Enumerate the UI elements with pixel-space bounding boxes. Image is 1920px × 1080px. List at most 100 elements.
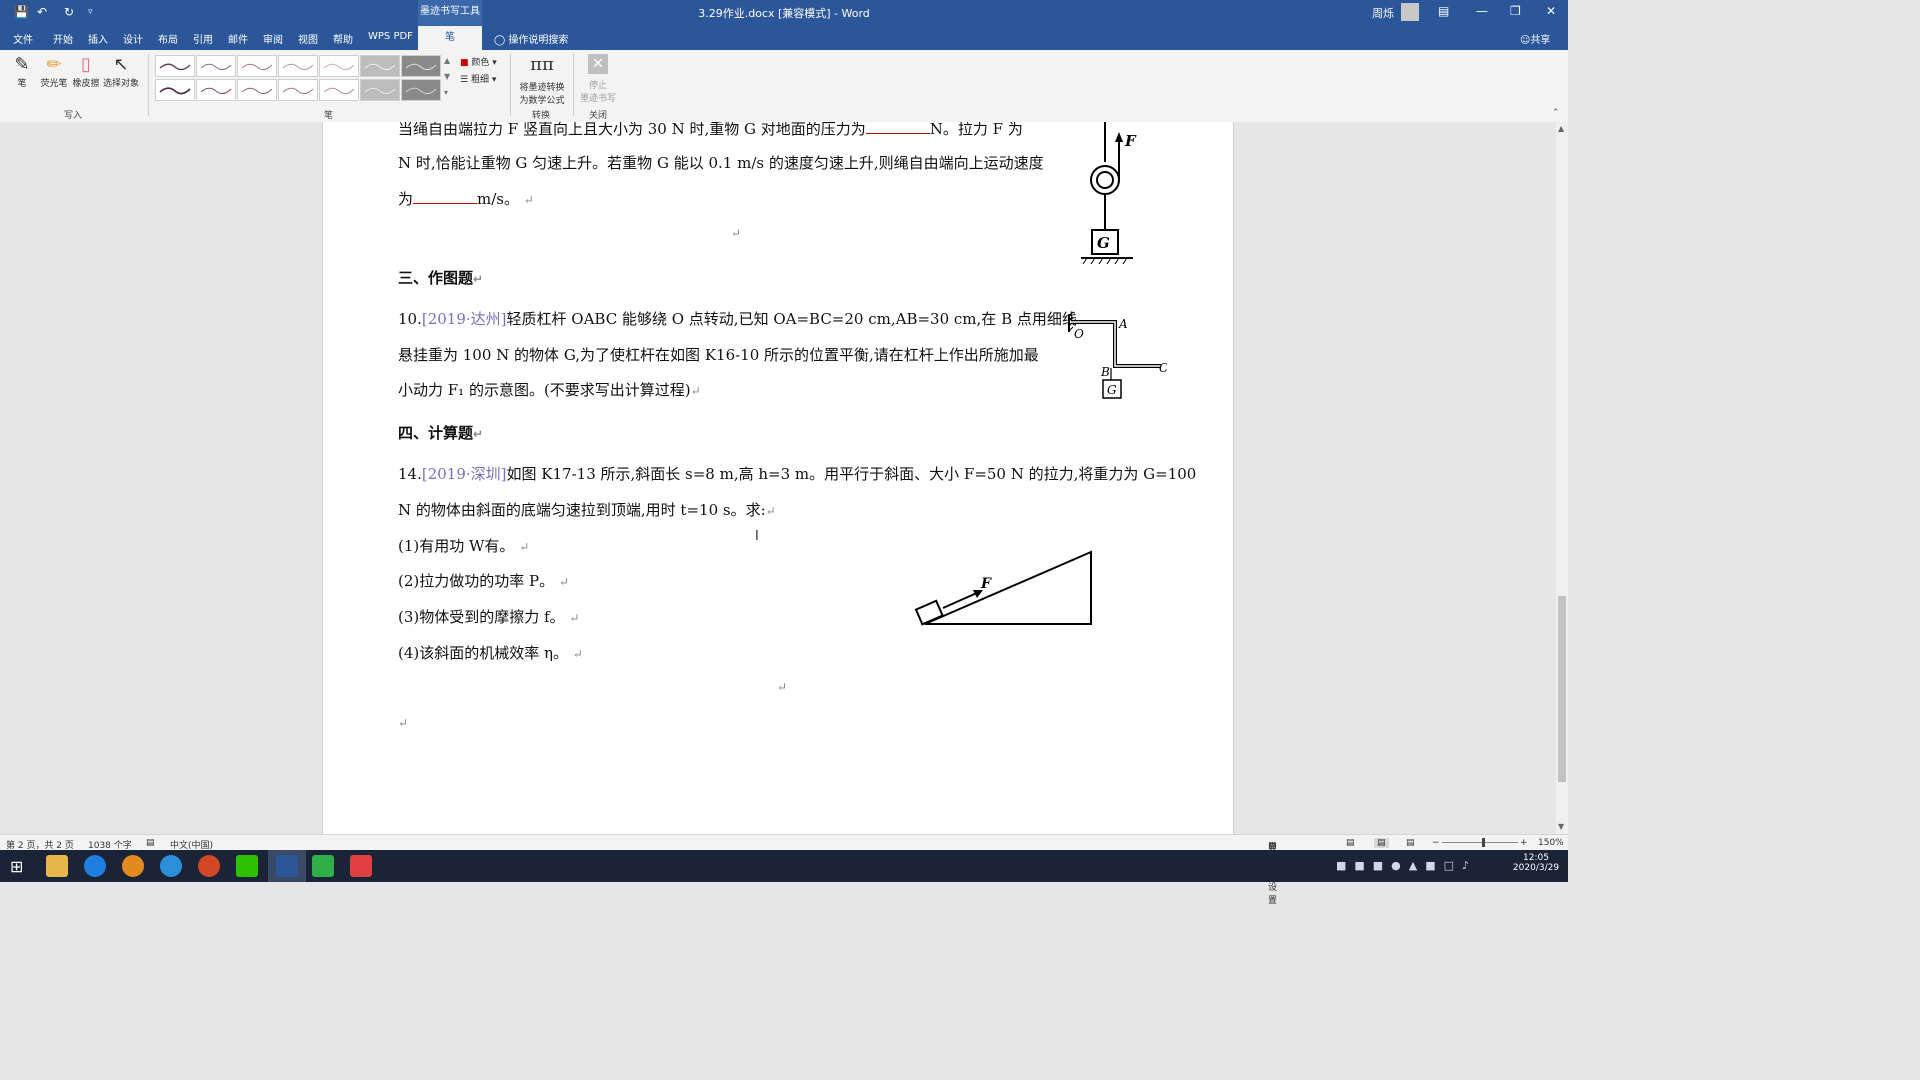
taskbar-active-app[interactable] xyxy=(268,850,306,882)
tab-layout[interactable]: 布局 xyxy=(158,31,178,46)
pen-icon: ✎ xyxy=(14,54,30,75)
tab-home[interactable]: 开始 xyxy=(53,31,73,46)
read-mode-icon[interactable]: ▤ xyxy=(1346,838,1355,848)
pen-swatch[interactable] xyxy=(155,55,195,77)
vertical-scrollbar[interactable]: ▲ ▼ xyxy=(1556,122,1568,834)
doc-line: 当绳自由端拉力 F 竖直向上且大小为 30 N 时,重物 G 对地面的压力为 N。… xyxy=(398,122,1023,139)
point-b-label: B xyxy=(1100,365,1110,379)
group-divider xyxy=(573,54,574,116)
answer-blank xyxy=(865,122,930,134)
pen-swatch[interactable] xyxy=(155,79,195,101)
zoom-slider-thumb[interactable] xyxy=(1482,838,1485,847)
tab-view[interactable]: 视图 xyxy=(298,31,318,46)
point-c-label: C xyxy=(1159,361,1167,375)
window-title: 3.29作业.docx [兼容模式] - Word xyxy=(698,7,870,20)
windows-start-icon[interactable]: ⊞ xyxy=(10,857,23,876)
chevron-down-icon: ▾ xyxy=(491,75,497,85)
pen-swatch[interactable] xyxy=(401,79,441,101)
pen-swatch[interactable] xyxy=(360,79,400,101)
thickness-button[interactable]: ☰ 粗细 ▾ xyxy=(460,72,496,85)
pen-swatch[interactable] xyxy=(196,79,236,101)
force-label: F xyxy=(980,576,992,592)
pi-icon: ππ xyxy=(530,54,554,75)
zoom-out-icon[interactable]: − xyxy=(1432,838,1440,848)
tab-references[interactable]: 引用 xyxy=(193,31,213,46)
question-14-part: (3)物体受到的摩擦力 f。 ↵ xyxy=(398,608,580,626)
zoom-level[interactable]: 150% xyxy=(1538,838,1564,848)
scrollbar-thumb[interactable] xyxy=(1558,596,1566,782)
pen-swatch[interactable] xyxy=(237,79,277,101)
group-label-convert: 转换 xyxy=(532,111,551,121)
ribbon-tabs: 文件 开始 插入 设计 布局 引用 邮件 审阅 视图 帮助 WPS PDF 笔 … xyxy=(0,26,1568,50)
web-layout-icon[interactable]: ▤ xyxy=(1406,838,1415,848)
qq-browser-icon[interactable] xyxy=(84,855,106,877)
proofing-icon[interactable]: ▤ xyxy=(146,838,155,848)
document-page[interactable]: 当绳自由端拉力 F 竖直向上且大小为 30 N 时,重物 G 对地面的压力为 N。… xyxy=(322,122,1234,834)
gallery-scroll-down-icon[interactable]: ▼ xyxy=(444,72,450,81)
word-icon xyxy=(276,855,298,877)
eraser-tool-button[interactable]: ▯ 橡皮擦 xyxy=(70,54,102,89)
pen-swatch[interactable] xyxy=(237,55,277,77)
person-icon: ☺ xyxy=(1520,35,1531,46)
camtasia-icon[interactable] xyxy=(312,855,334,877)
search-app-icon[interactable] xyxy=(122,855,144,877)
zoom-slider[interactable] xyxy=(1442,842,1518,843)
tab-review[interactable]: 审阅 xyxy=(263,31,283,46)
pen-swatch[interactable] xyxy=(360,55,400,77)
cursor-icon: ↖ xyxy=(113,54,129,75)
gallery-expand-icon[interactable]: ▾ xyxy=(444,88,448,97)
internet-explorer-icon[interactable] xyxy=(160,855,182,877)
close-button[interactable]: ✕ xyxy=(1546,4,1556,18)
pen-swatch[interactable] xyxy=(319,79,359,101)
paragraph-mark: ↵ xyxy=(398,716,409,730)
question-10-line: 10.[2019·达州]轻质杠杆 OABC 能够绕 O 点转动,已知 OA=BC… xyxy=(398,310,1077,328)
ink-to-math-button[interactable]: ππ 将墨迹转换 为数学公式 xyxy=(514,54,570,106)
collapse-ribbon-icon[interactable]: ⌃ xyxy=(1552,108,1560,118)
tab-insert[interactable]: 插入 xyxy=(88,31,108,46)
section-heading: 四、计算题↵ xyxy=(398,424,484,442)
pen-swatch[interactable] xyxy=(319,55,359,77)
print-layout-icon[interactable]: ▤ xyxy=(1374,838,1389,848)
chevron-down-icon: ▾ xyxy=(492,58,497,68)
tell-me-search[interactable]: ◯ 操作说明搜索 xyxy=(494,31,568,46)
tab-pen[interactable]: 笔 xyxy=(418,26,482,50)
scroll-up-icon[interactable]: ▲ xyxy=(1558,124,1564,133)
tab-help[interactable]: 帮助 xyxy=(333,31,353,46)
user-name[interactable]: 周烁 xyxy=(1372,5,1394,21)
question-14-part: (4)该斜面的机械效率 η。 ↵ xyxy=(398,644,583,662)
gallery-scroll-up-icon[interactable]: ▲ xyxy=(444,56,450,65)
tab-mailings[interactable]: 邮件 xyxy=(228,31,248,46)
file-explorer-icon[interactable] xyxy=(46,855,68,877)
select-objects-button[interactable]: ↖ 选择对象 xyxy=(102,54,140,89)
ribbon-display-options-icon[interactable]: ▤ xyxy=(1438,4,1449,18)
question-10-line: 小动力 F₁ 的示意图。(不要求写出计算过程)↵ xyxy=(398,381,701,399)
system-clock[interactable]: 12:05 2020/3/29 xyxy=(1508,853,1564,873)
pen-swatch[interactable] xyxy=(401,55,441,77)
tab-file[interactable]: 文件 xyxy=(13,31,33,46)
wechat-icon[interactable] xyxy=(236,855,258,877)
stop-inking-button[interactable]: ✕ 停止 墨迹书写 xyxy=(576,54,620,104)
recorder-icon[interactable] xyxy=(350,855,372,877)
lever-figure: O A B C G xyxy=(1068,311,1167,399)
scroll-down-icon[interactable]: ▼ xyxy=(1558,822,1564,831)
pen-swatch[interactable] xyxy=(196,55,236,77)
text-cursor-icon: I xyxy=(755,529,759,544)
status-bar: 第 2 页，共 2 页 1038 个字 ▤ 中文(中国) ▩显示器设置 ▤ ▤ … xyxy=(0,834,1568,906)
color-button[interactable]: ■ 颜色 ▾ xyxy=(460,55,497,68)
pen-tool-button[interactable]: ✎ 笔 xyxy=(6,54,38,89)
document-scroll-area[interactable]: 当绳自由端拉力 F 竖直向上且大小为 30 N 时,重物 G 对地面的压力为 N。… xyxy=(0,122,1556,834)
minimize-button[interactable]: — xyxy=(1476,4,1488,18)
zoom-in-icon[interactable]: + xyxy=(1520,838,1528,848)
pen-swatch[interactable] xyxy=(278,79,318,101)
pen-swatch[interactable] xyxy=(278,55,318,77)
system-tray-icons[interactable]: ■■■●▲■□♪ xyxy=(1336,859,1477,872)
highlighter-tool-button[interactable]: ✏ 荧光笔 xyxy=(38,54,70,89)
powerpoint-icon[interactable] xyxy=(198,855,220,877)
point-a-label: A xyxy=(1118,317,1128,331)
restore-button[interactable]: ❐ xyxy=(1510,4,1521,18)
tab-design[interactable]: 设计 xyxy=(123,31,143,46)
tab-wps-pdf[interactable]: WPS PDF xyxy=(368,31,413,42)
point-o-label: O xyxy=(1074,327,1084,341)
avatar[interactable] xyxy=(1401,3,1419,21)
share-button[interactable]: ☺共享 xyxy=(1520,31,1550,46)
